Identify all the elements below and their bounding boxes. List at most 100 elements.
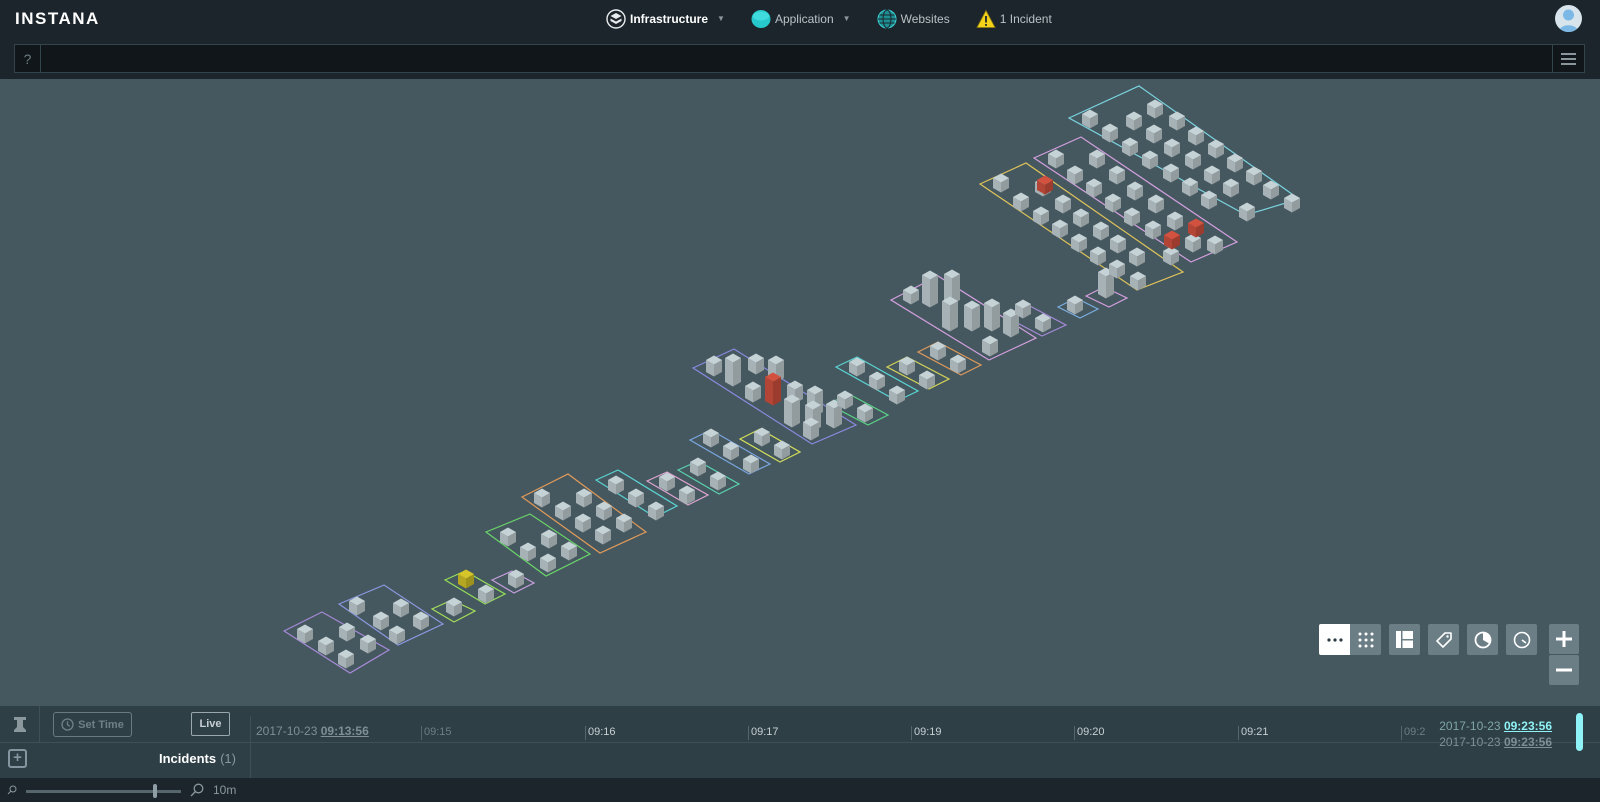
host-cube[interactable] <box>1013 192 1029 212</box>
host-cube[interactable] <box>1082 109 1098 129</box>
host-cube[interactable] <box>1227 153 1243 173</box>
host-cube[interactable] <box>984 298 1000 332</box>
host-cube[interactable] <box>1067 295 1083 315</box>
list-view-button[interactable] <box>1319 624 1350 655</box>
end-time[interactable]: 09:23:56 <box>1504 719 1552 733</box>
layout-button[interactable] <box>1389 624 1420 655</box>
gauge-button[interactable] <box>1506 624 1537 655</box>
host-cube[interactable] <box>1105 193 1121 213</box>
host-cube[interactable] <box>1207 235 1223 255</box>
host-cube[interactable] <box>745 381 761 403</box>
start-time[interactable]: 09:13:56 <box>321 724 369 738</box>
host-cube[interactable] <box>774 440 790 460</box>
host-cube[interactable] <box>784 394 800 428</box>
host-cube[interactable] <box>389 625 405 645</box>
host-cube[interactable] <box>393 598 409 618</box>
host-cube[interactable] <box>1124 207 1140 227</box>
host-cube[interactable] <box>648 501 664 521</box>
host-cube[interactable] <box>1093 221 1109 241</box>
host-cube[interactable] <box>1089 149 1105 169</box>
host-cube[interactable] <box>1169 111 1185 131</box>
host-cube[interactable] <box>1033 206 1049 226</box>
zone-outline[interactable] <box>885 356 951 390</box>
host-cube[interactable] <box>922 270 938 308</box>
host-cube[interactable] <box>555 501 571 521</box>
add-icon[interactable]: + <box>8 749 27 768</box>
host-cube[interactable] <box>575 513 591 533</box>
timeframe-slider[interactable] <box>26 790 181 793</box>
zoom-out-button[interactable] <box>1549 655 1579 685</box>
infrastructure-map[interactable] <box>0 79 1600 706</box>
host-cube[interactable] <box>1110 234 1126 254</box>
zone-outline[interactable] <box>520 473 648 554</box>
live-button[interactable]: Live <box>191 712 230 736</box>
host-cube[interactable] <box>1055 194 1071 214</box>
nav-infrastructure[interactable]: Infrastructure ▼ <box>606 8 725 29</box>
grid-view-button[interactable] <box>1350 624 1381 655</box>
host-cube[interactable] <box>889 385 905 405</box>
host-cube[interactable] <box>373 611 389 631</box>
host-cube[interactable] <box>576 488 592 508</box>
zoom-in-button[interactable] <box>1549 624 1579 654</box>
host-cube[interactable] <box>339 622 355 642</box>
host-cube[interactable] <box>982 335 998 357</box>
host-cube[interactable] <box>857 403 873 423</box>
host-cube[interactable] <box>318 636 334 656</box>
host-cube[interactable] <box>703 428 719 448</box>
search-input[interactable] <box>41 45 1552 72</box>
host-cube[interactable] <box>1073 208 1089 228</box>
host-cube[interactable] <box>748 353 764 375</box>
zone-outline[interactable] <box>916 341 983 376</box>
host-cube[interactable] <box>1127 181 1143 201</box>
host-cube[interactable] <box>1102 123 1118 143</box>
timeline-axis[interactable]: 2017-10-23 09:13:56 09:15 09:16 09:17 09:19… <box>250 716 1580 749</box>
host-cube[interactable] <box>540 553 556 573</box>
host-cube[interactable] <box>690 457 706 477</box>
host-cube[interactable] <box>1208 139 1224 159</box>
pin-icon[interactable] <box>0 706 40 743</box>
nav-application[interactable]: Application ▼ <box>751 9 851 29</box>
host-cube[interactable] <box>1167 211 1183 231</box>
host-cube[interactable] <box>458 569 474 589</box>
host-cube[interactable] <box>964 300 980 332</box>
tags-button[interactable] <box>1428 624 1459 655</box>
host-cube[interactable] <box>942 296 958 332</box>
host-cube[interactable] <box>338 649 354 669</box>
host-cube[interactable] <box>1201 190 1217 210</box>
host-cube[interactable] <box>1090 246 1106 266</box>
host-cube[interactable] <box>869 371 885 391</box>
instana-logo[interactable]: INSTANA <box>15 9 100 29</box>
host-cube[interactable] <box>1126 111 1142 131</box>
host-cube[interactable] <box>1185 233 1201 253</box>
host-cube[interactable] <box>1188 218 1204 238</box>
host-cube[interactable] <box>1204 165 1220 185</box>
host-cube[interactable] <box>413 611 429 631</box>
slider-thumb[interactable] <box>152 784 157 798</box>
user-avatar-icon[interactable] <box>1555 5 1582 32</box>
host-cube[interactable] <box>1148 194 1164 214</box>
host-cube[interactable] <box>765 372 781 406</box>
nav-websites[interactable]: Websites <box>877 9 950 29</box>
host-cube[interactable] <box>616 513 632 533</box>
host-cube[interactable] <box>1164 138 1180 158</box>
host-cube[interactable] <box>628 488 644 508</box>
host-cube[interactable] <box>710 471 726 491</box>
host-cube[interactable] <box>1142 150 1158 170</box>
host-cube[interactable] <box>1188 126 1204 146</box>
host-cube[interactable] <box>1182 177 1198 197</box>
host-cube[interactable] <box>1223 178 1239 198</box>
help-button[interactable]: ? <box>15 45 41 72</box>
host-cube[interactable] <box>706 355 722 377</box>
host-cube[interactable] <box>1239 202 1255 222</box>
host-cube[interactable] <box>1052 219 1068 239</box>
host-cube[interactable] <box>1147 99 1163 119</box>
host-cube[interactable] <box>1109 165 1125 185</box>
host-cube[interactable] <box>1146 124 1162 144</box>
host-cube[interactable] <box>1163 163 1179 183</box>
host-cube[interactable] <box>1048 149 1064 169</box>
pie-button[interactable] <box>1467 624 1498 655</box>
host-cube[interactable] <box>1145 220 1161 240</box>
host-cube[interactable] <box>1163 246 1179 266</box>
host-cube[interactable] <box>608 475 624 495</box>
host-cube[interactable] <box>1129 247 1145 267</box>
